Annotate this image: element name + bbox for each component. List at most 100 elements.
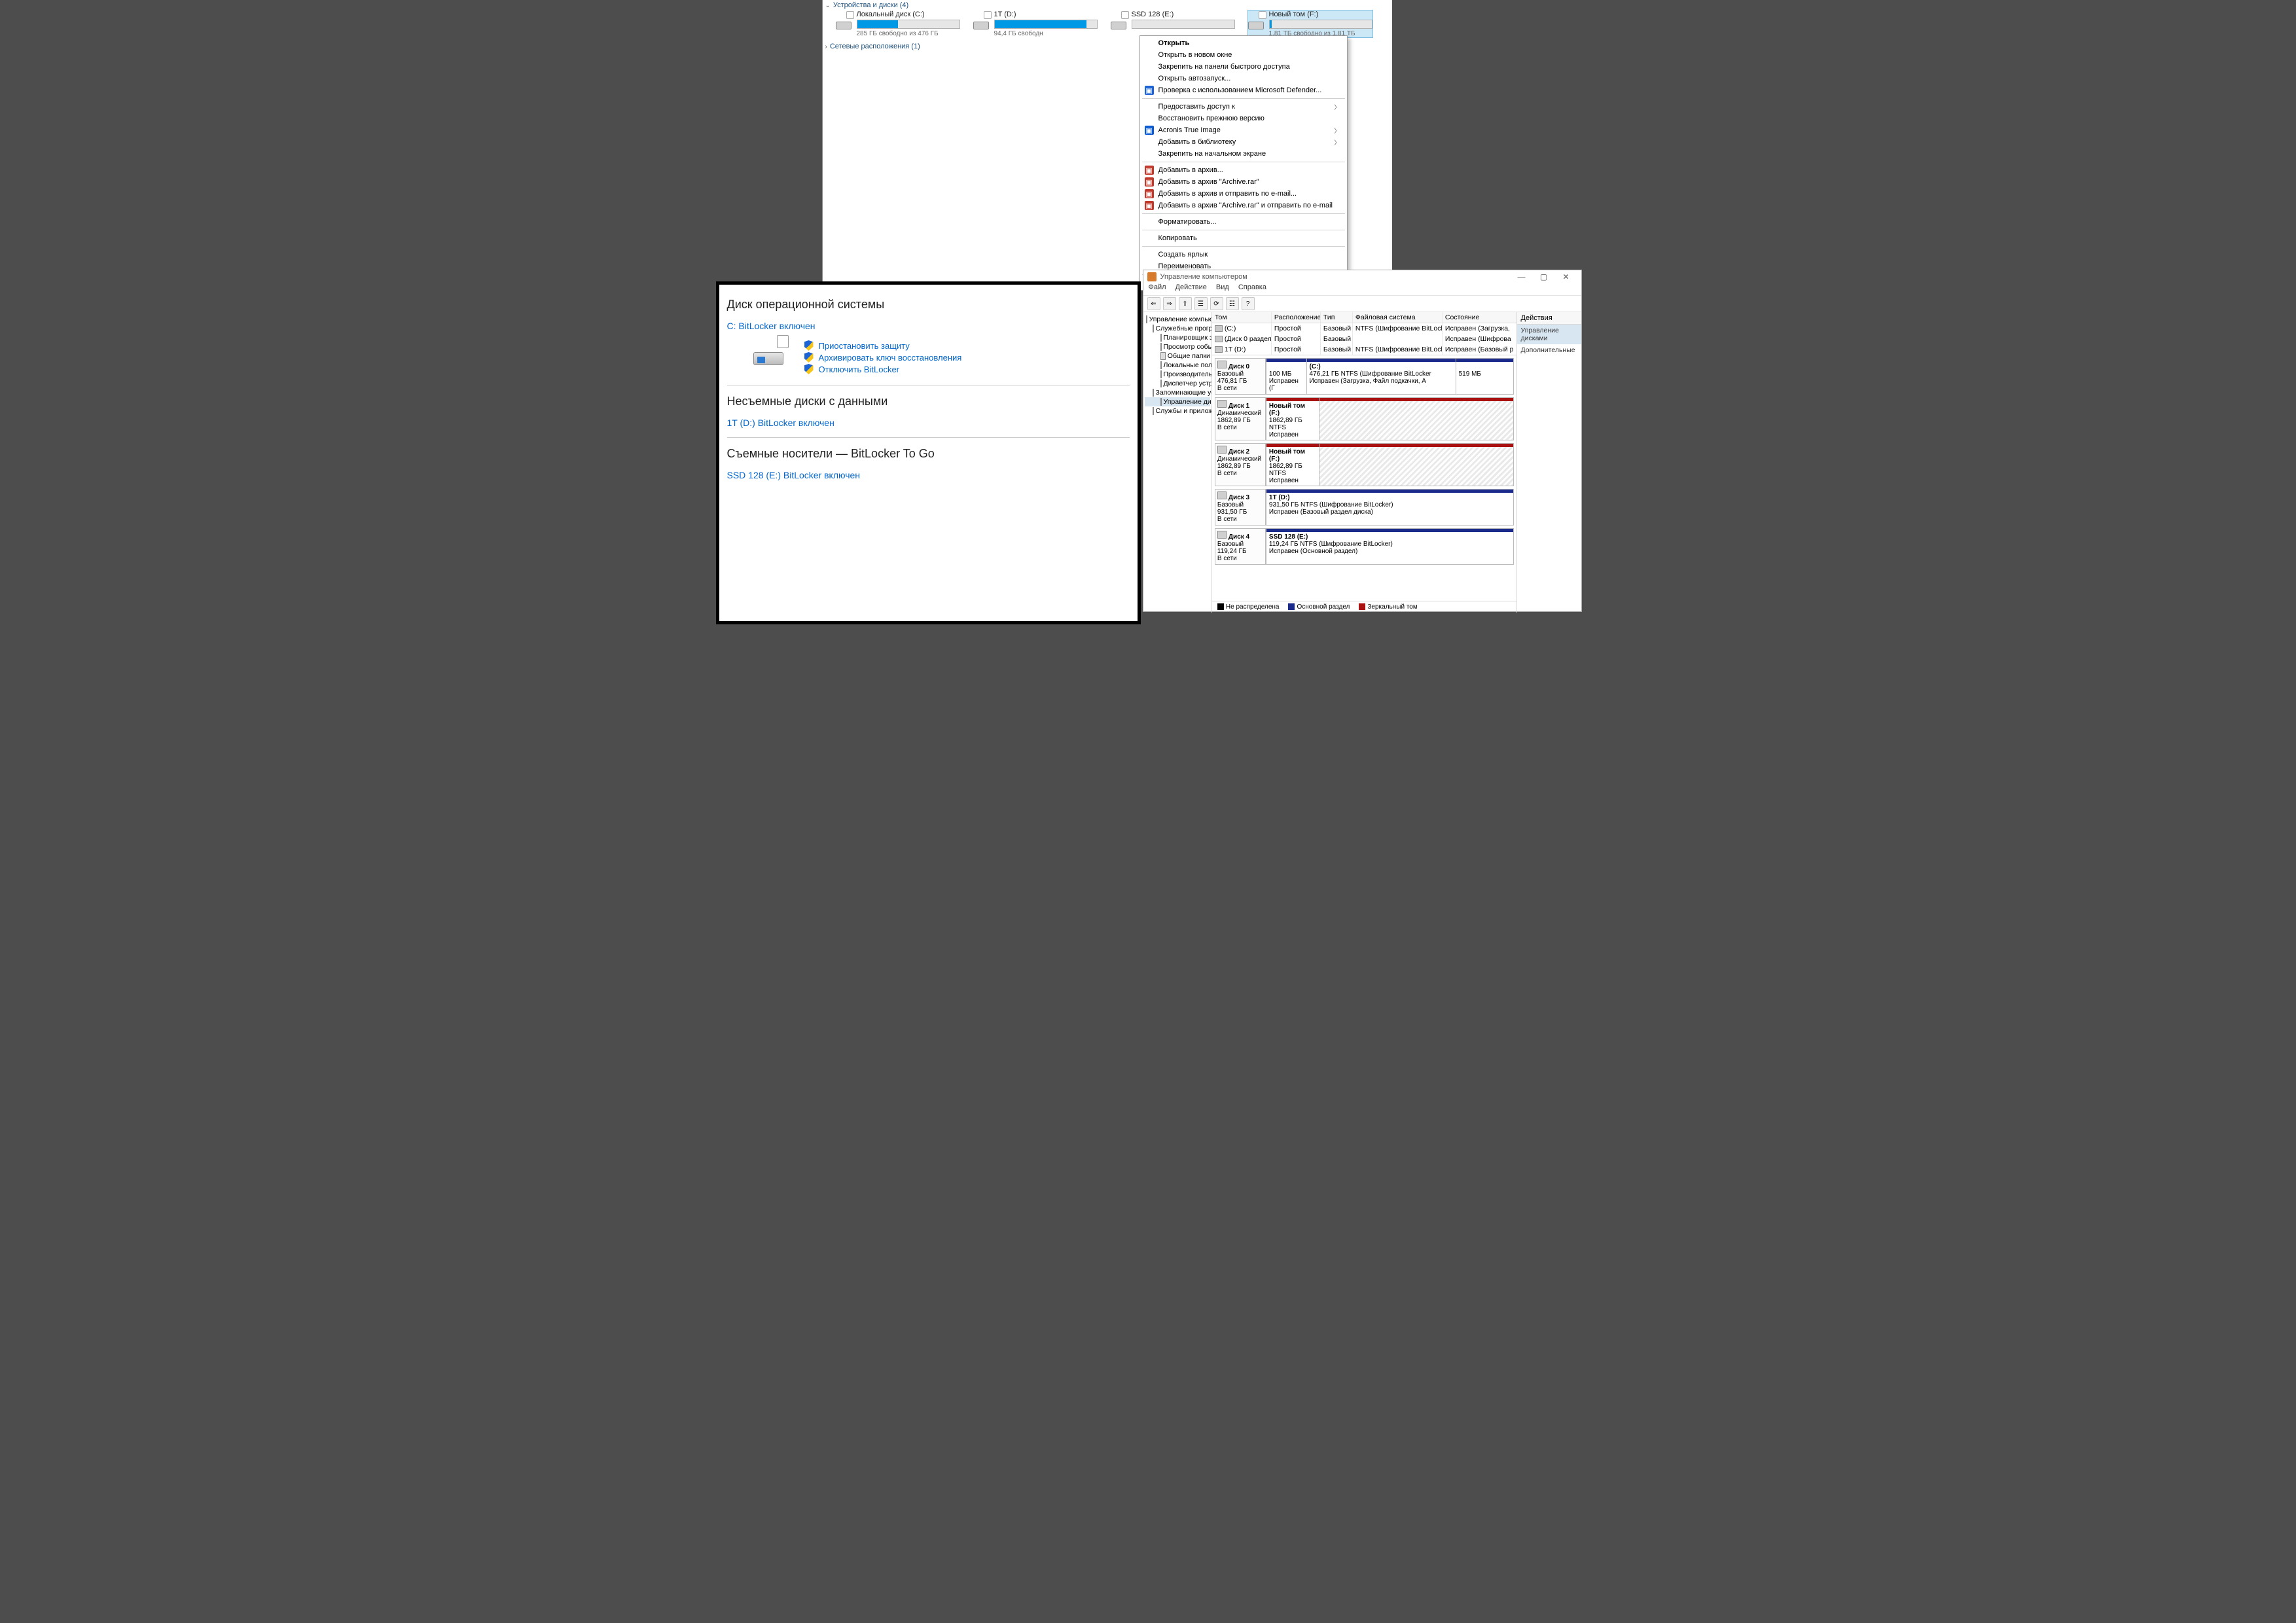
bitlocker-c-link[interactable]: C: BitLocker включен (727, 321, 1130, 331)
menu-item[interactable]: ▣Добавить в архив и отправить по e-mail.… (1141, 188, 1346, 200)
capacity-bar (857, 20, 960, 29)
partition[interactable]: 100 МБ Исправен (Г (1266, 359, 1306, 394)
shield-icon (804, 364, 814, 374)
up-button[interactable]: ⇧ (1179, 297, 1192, 310)
menu-item[interactable]: Предоставить доступ к〉 (1141, 101, 1346, 113)
menu-item[interactable]: ▣ Проверка с использованием Microsoft Def… (1141, 84, 1346, 96)
disk-info[interactable]: Диск 2 Динамический 1862,89 ГБ В сети (1215, 444, 1266, 486)
bitlocker-fixed-heading: Несъемные диски с данными (727, 395, 1130, 408)
menu-Файл[interactable]: Файл (1149, 283, 1166, 295)
disk-type: Динамический (1217, 455, 1261, 463)
help-button[interactable]: ? (1242, 297, 1255, 310)
actions-item[interactable]: Дополнительные (1517, 344, 1581, 356)
menu-Справка[interactable]: Справка (1238, 283, 1266, 295)
drive-2[interactable]: SSD 128 (E:) (1111, 10, 1235, 37)
window-titlebar[interactable]: Управление компьютером — ▢ ✕ (1143, 270, 1581, 283)
partition-name: 1T (D:) (1269, 494, 1290, 501)
table-row[interactable]: (C:) ПростойБазовыйNTFS (Шифрование BitL… (1212, 323, 1516, 334)
defender-icon: ▣ (1145, 86, 1154, 95)
close-button[interactable]: ✕ (1555, 272, 1577, 281)
chevron-right-icon: 〉 (1334, 126, 1340, 135)
back-button[interactable]: ⇐ (1147, 297, 1160, 310)
disk-info[interactable]: Диск 0 Базовый 476,81 ГБ В сети (1215, 359, 1266, 394)
section-devices[interactable]: ⌄ Устройства и диски (4) (823, 0, 1392, 10)
menu-item[interactable]: Открыть в новом окне (1141, 49, 1346, 61)
menu-item[interactable]: ▣Acronis True Image〉 (1141, 124, 1346, 136)
partition[interactable]: 519 МБ (1456, 359, 1513, 394)
show-hide-button[interactable]: ☰ (1194, 297, 1208, 310)
bitlocker-actions: Приостановить защитуАрхивировать ключ во… (804, 339, 962, 376)
table-row[interactable]: (Диск 0 раздел 2) ПростойБазовыйИсправен… (1212, 334, 1516, 344)
menu-item[interactable]: Восстановить прежнюю версию (1141, 113, 1346, 124)
tree-node[interactable]: Производительность (1145, 370, 1210, 379)
partition[interactable]: Новый том (F:) 1862,89 ГБ NTFS Исправен (1266, 444, 1319, 486)
menu-item[interactable]: Копировать (1141, 232, 1346, 244)
drive-3[interactable]: Новый том (F:) 1,81 ТБ свободно из 1,81 … (1248, 10, 1372, 37)
refresh-button[interactable]: ⟳ (1210, 297, 1223, 310)
menu-item[interactable]: Открыть (1141, 37, 1346, 49)
menu-Действие[interactable]: Действие (1175, 283, 1207, 295)
minimize-button[interactable]: — (1511, 272, 1533, 281)
services-icon (1153, 407, 1154, 415)
bitlocker-action[interactable]: Отключить BitLocker (804, 364, 962, 374)
tree-node[interactable]: Управление компьютером (л (1145, 315, 1210, 324)
menu-item[interactable]: Закрепить на начальном экране (1141, 148, 1346, 160)
menu-item[interactable]: Форматировать... (1141, 216, 1346, 228)
menu-item-label: Acronis True Image (1158, 126, 1221, 134)
menu-item-label: Проверка с использованием Microsoft Defe… (1158, 86, 1322, 94)
menu-item[interactable]: Добавить в библиотеку〉 (1141, 136, 1346, 148)
col-header[interactable]: Файловая система (1353, 312, 1443, 323)
menu-item[interactable]: Закрепить на панели быстрого доступа (1141, 61, 1346, 73)
disk-info[interactable]: Диск 3 Базовый 931,50 ГБ В сети (1215, 490, 1266, 525)
actions-item[interactable]: Управление дисками (1517, 325, 1581, 344)
explorer-window: ⌄ Устройства и диски (4) Локальный диск … (822, 0, 1392, 281)
forward-button[interactable]: ⇒ (1163, 297, 1176, 310)
drive-icon (753, 339, 785, 365)
tree-node-label: Запоминающие устройс (1156, 389, 1212, 397)
disk-info[interactable]: Диск 1 Динамический 1862,89 ГБ В сети (1215, 398, 1266, 440)
tree-node[interactable]: Управление дисками (1145, 397, 1210, 406)
tree-node[interactable]: Общие папки (1145, 351, 1210, 361)
bitlocker-action[interactable]: Приостановить защиту (804, 340, 962, 351)
menu-item[interactable]: Создать ярлык (1141, 249, 1346, 260)
partition[interactable]: SSD 128 (E:) 119,24 ГБ NTFS (Шифрование … (1266, 529, 1513, 564)
menu-item[interactable]: ▣Добавить в архив "Archive.rar" (1141, 176, 1346, 188)
tree-node[interactable]: Диспетчер устройств (1145, 379, 1210, 388)
partition[interactable]: Новый том (F:) 1862,89 ГБ NTFS Исправен (1266, 398, 1319, 440)
disk-name: Диск 3 (1229, 494, 1249, 501)
tree-node[interactable]: Служебные программы (1145, 324, 1210, 333)
drive-0[interactable]: Локальный диск (C:) 285 ГБ свободно из 4… (836, 10, 960, 37)
table-row[interactable]: 1T (D:) ПростойБазовыйNTFS (Шифрование B… (1212, 344, 1516, 355)
tree-node[interactable]: Планировщик заданий (1145, 333, 1210, 342)
disk-info[interactable]: Диск 4 Базовый 119,24 ГБ В сети (1215, 529, 1266, 564)
menu-item-label: Восстановить прежнюю версию (1158, 115, 1265, 122)
bitlocker-d-link[interactable]: 1T (D:) BitLocker включен (727, 418, 1130, 428)
partition[interactable]: 1T (D:) 931,50 ГБ NTFS (Шифрование BitLo… (1266, 490, 1513, 525)
drive-name: Локальный диск (C:) (857, 10, 960, 18)
partition[interactable] (1319, 398, 1513, 440)
partition[interactable] (1319, 444, 1513, 486)
drive-1[interactable]: 1T (D:) 94,4 ГБ свободн (973, 10, 1098, 37)
legend-item: Зеркальный том (1359, 603, 1417, 611)
bitlocker-e-link[interactable]: SSD 128 (E:) BitLocker включен (727, 470, 1130, 480)
tree-node[interactable]: Локальные пользовате (1145, 361, 1210, 370)
col-header[interactable]: Тип (1321, 312, 1353, 323)
tree-node[interactable]: Службы и приложения (1145, 406, 1210, 416)
disk-state: В сети (1217, 424, 1237, 431)
menu-Вид[interactable]: Вид (1216, 283, 1229, 295)
partition-status: Исправен (Загрузка, Файл подкачки, А (1310, 378, 1426, 385)
menu-item[interactable]: ▣Добавить в архив... (1141, 164, 1346, 176)
properties-button[interactable]: ☷ (1226, 297, 1239, 310)
menu-item[interactable]: Открыть автозапуск... (1141, 73, 1346, 84)
tree-node[interactable]: Запоминающие устройс (1145, 388, 1210, 397)
col-header[interactable]: Состояние (1443, 312, 1516, 323)
menu-item[interactable]: ▣Добавить в архив "Archive.rar" и отправ… (1141, 200, 1346, 211)
drive-icon (973, 12, 990, 29)
disk-layout-pane: Диск 0 Базовый 476,81 ГБ В сети 100 МБ И… (1212, 355, 1516, 601)
maximize-button[interactable]: ▢ (1533, 272, 1555, 281)
bitlocker-action[interactable]: Архивировать ключ восстановления (804, 352, 962, 363)
tree-node[interactable]: Просмотр событий (1145, 342, 1210, 351)
partition[interactable]: (C:) 476,21 ГБ NTFS (Шифрование BitLocke… (1306, 359, 1456, 394)
col-header[interactable]: Том (1212, 312, 1272, 323)
col-header[interactable]: Расположение (1272, 312, 1321, 323)
